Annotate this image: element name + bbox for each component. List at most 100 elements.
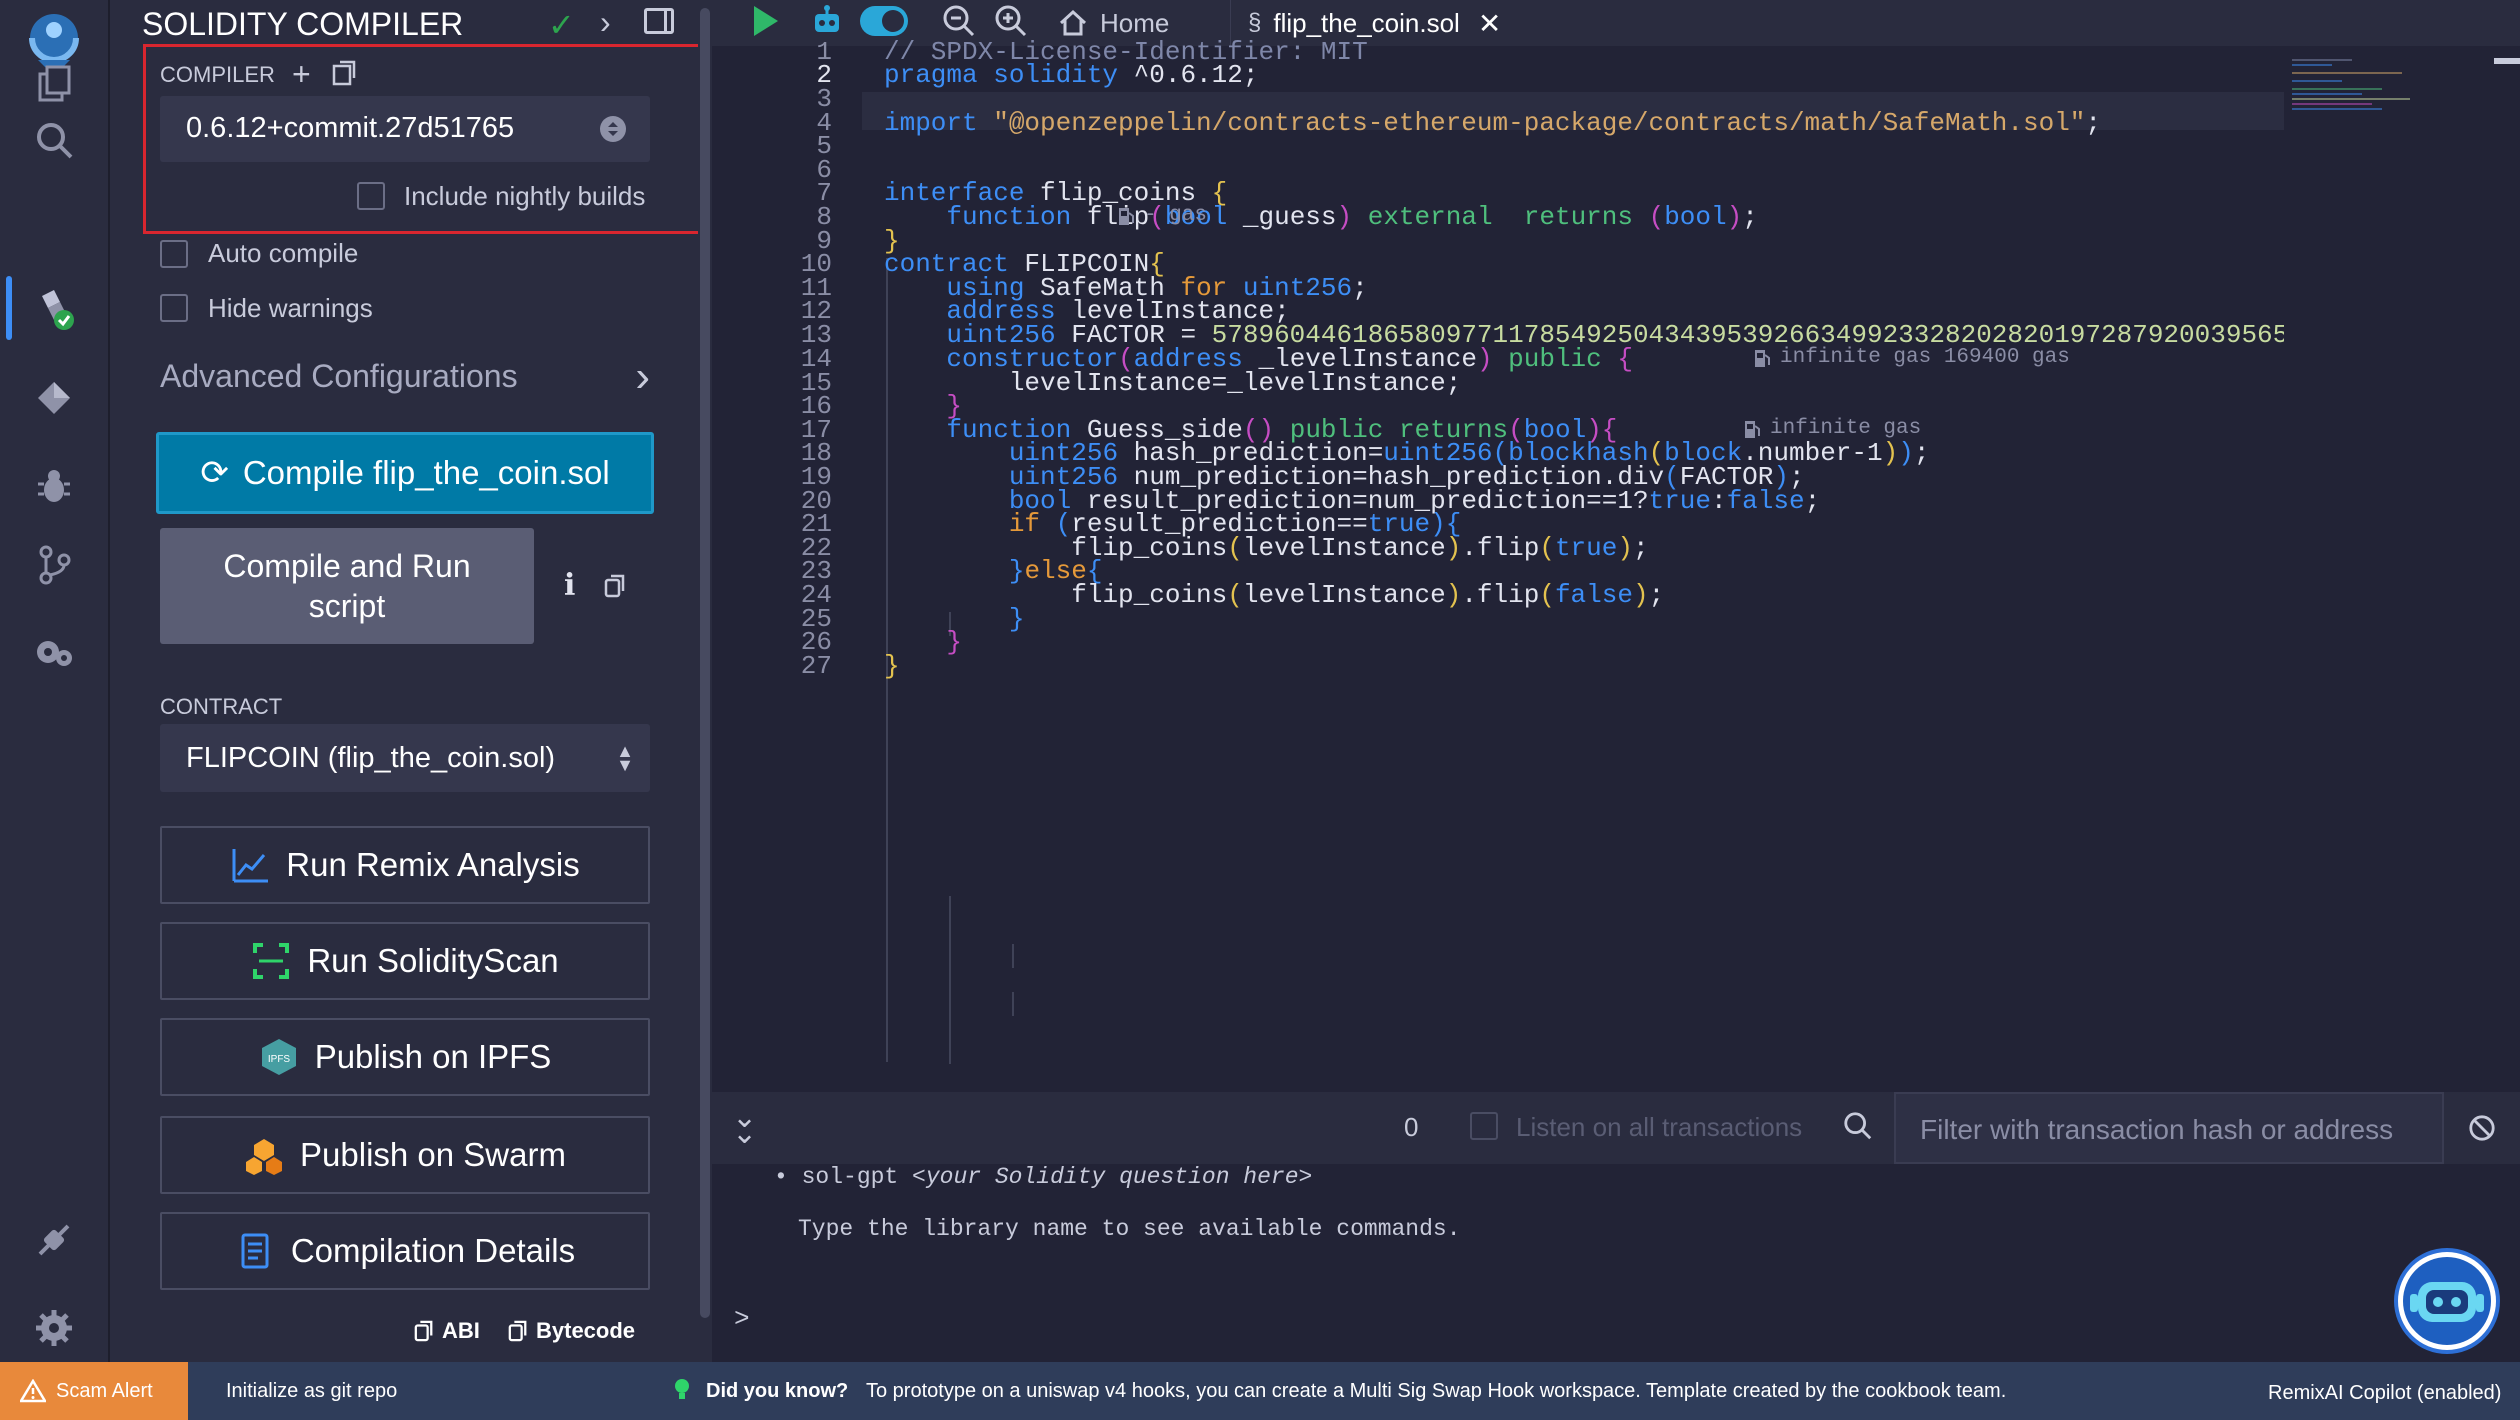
transaction-count: 0 xyxy=(1404,1112,1419,1142)
copilot-status[interactable]: RemixAI Copilot (enabled) xyxy=(2268,1382,2501,1405)
git-icon[interactable] xyxy=(24,534,84,594)
deploy-icon[interactable] xyxy=(24,368,84,428)
clear-console-icon[interactable] xyxy=(2468,1114,2496,1147)
select-arrows-icon xyxy=(600,116,626,142)
settings-icon[interactable] xyxy=(24,1298,84,1358)
solidity-compiler-icon[interactable] xyxy=(24,280,84,340)
contract-select[interactable]: FLIPCOIN (flip_the_coin.sol) ▲ ▼ xyxy=(160,724,650,792)
tip-text: To prototype on a uniswap v4 hooks, you … xyxy=(866,1380,2007,1402)
select-arrows-icon: ▲ ▼ xyxy=(616,741,634,775)
terminal-prompt[interactable]: > xyxy=(734,1304,750,1334)
collapse-terminal-icon[interactable]: ⌄ ⌄ xyxy=(732,1103,757,1149)
swarm-icon xyxy=(246,1139,283,1175)
code-editor[interactable]: 1 2 3 4 5 6 7 8 9 10 11 12 13 14 15 16 17 18 19 20 21 22 23 24 2… xyxy=(712,37,2284,1092)
plugin-icon[interactable] xyxy=(24,1210,84,1270)
remixai-copilot-button[interactable] xyxy=(2398,1252,2496,1350)
ipfs-icon: IPFS xyxy=(261,1039,296,1075)
ipfs-badge-text: IPFS xyxy=(268,1054,291,1065)
file-explorer-icon[interactable] xyxy=(24,54,84,114)
scam-alert-button[interactable]: Scam Alert xyxy=(0,1362,188,1420)
tab-home-label: Home xyxy=(1100,7,1170,38)
load-compiler-icon[interactable] xyxy=(332,60,356,86)
did-you-know-label: Did you know? xyxy=(706,1380,849,1402)
close-tab-icon[interactable]: ✕ xyxy=(1478,7,1501,40)
compile-button[interactable]: ⟳ Compile flip_the_coin.sol xyxy=(156,432,654,514)
add-compiler-icon[interactable]: + xyxy=(292,56,311,93)
active-indicator xyxy=(6,276,12,340)
code-line-15: levelInstance=_levelInstance; xyxy=(884,368,1462,398)
advanced-configurations-toggle[interactable]: Advanced Configurations › xyxy=(160,352,650,401)
icon-rail xyxy=(0,0,110,1362)
abi-label: ABI xyxy=(442,1318,480,1343)
tab-file-label: flip_the_coin.sol xyxy=(1273,7,1460,38)
debugger-icon[interactable] xyxy=(24,456,84,516)
solidity-file-icon: § xyxy=(1248,9,1262,36)
chevron-right-icon: › xyxy=(635,352,650,401)
compilation-details-button[interactable]: Compilation Details xyxy=(160,1212,650,1290)
chevron-right-icon[interactable]: › xyxy=(600,4,611,41)
panel-layout-icon[interactable] xyxy=(644,8,674,34)
nightly-builds-label: Include nightly builds xyxy=(404,181,646,211)
code-line-4: import "@openzeppelin/contracts-ethereum… xyxy=(884,108,2102,138)
check-icon: ✓ xyxy=(548,7,575,43)
copy-icon xyxy=(508,1320,527,1342)
code-line-27: } xyxy=(884,651,900,681)
run-solidityscan-button[interactable]: Run SolidityScan xyxy=(160,922,650,1000)
compilation-details-label: Compilation Details xyxy=(290,1232,576,1269)
info-icon[interactable]: i xyxy=(564,568,575,603)
terminal-line-1: • sol-gpt <your Solidity question here> xyxy=(774,1164,1313,1190)
scrollbar-thumb[interactable] xyxy=(700,8,710,1318)
ai-assistant-icon xyxy=(2403,1257,2491,1345)
terminal-toolbar: ⌄ ⌄ 0 Listen on all transactions Filter w… xyxy=(712,1092,2520,1164)
abi-copy-button[interactable]: ABI xyxy=(414,1318,480,1344)
publish-swarm-button[interactable]: Publish on Swarm xyxy=(160,1116,650,1194)
run-remix-analysis-label: Run Remix Analysis xyxy=(286,846,580,883)
ai-toggle-switch[interactable] xyxy=(860,6,908,36)
gas-pump-icon xyxy=(1119,207,1134,225)
document-icon xyxy=(241,1233,269,1269)
search-icon[interactable] xyxy=(24,110,84,170)
listen-all-label: Listen on all transactions xyxy=(1516,1112,1803,1142)
listen-all-checkbox[interactable] xyxy=(1470,1112,1498,1140)
publish-ipfs-button[interactable]: IPFS Publish on IPFS xyxy=(160,1018,650,1096)
filter-placeholder: Filter with transaction hash or address xyxy=(1920,1114,2394,1145)
gas-pump-icon xyxy=(1745,420,1760,438)
run-remix-analysis-button[interactable]: Run Remix Analysis xyxy=(160,826,650,904)
gas-estimate-line-8: - gas xyxy=(1116,204,1207,227)
panel-title: SOLIDITY COMPILER xyxy=(142,6,464,42)
code-line-2: pragma solidity ^0.6.12; xyxy=(884,60,1259,90)
scam-alert-label: Scam Alert xyxy=(56,1379,153,1402)
code-line-8: function flip(bool _guess) external retu… xyxy=(946,202,1758,232)
lightbulb-icon xyxy=(674,1378,690,1408)
compile-and-run-label-2: script xyxy=(308,588,386,624)
hide-warnings-checkbox[interactable] xyxy=(160,294,188,322)
search-icon[interactable] xyxy=(1842,1110,1874,1147)
nightly-builds-checkbox[interactable] xyxy=(357,182,385,210)
refresh-icon: ⟳ xyxy=(200,454,229,492)
git-init-link[interactable]: Initialize as git repo xyxy=(226,1380,397,1403)
line-number-gutter: 1 2 3 4 5 6 7 8 9 10 11 12 13 14 15 16 17 18 19 20 21 22 23 24 2… xyxy=(712,37,862,1092)
publish-swarm-label: Publish on Swarm xyxy=(300,1136,566,1173)
chart-icon xyxy=(232,849,269,883)
editor-minimap[interactable] xyxy=(2284,46,2520,1092)
compile-button-label: Compile flip_the_coin.sol xyxy=(242,454,610,491)
gas-estimate-line-17: infinite gas xyxy=(1742,417,1921,440)
line-number: 27 xyxy=(800,651,832,681)
copy-icon[interactable] xyxy=(604,574,626,598)
compile-and-run-label-1: Compile and Run xyxy=(223,548,471,584)
bytecode-copy-button[interactable]: Bytecode xyxy=(508,1318,635,1344)
auto-compile-checkbox[interactable] xyxy=(160,240,188,268)
copy-icon xyxy=(414,1320,433,1342)
panel-scrollbar[interactable] xyxy=(698,0,712,1362)
status-bar: Scam Alert Initialize as git repo Did yo… xyxy=(0,1362,2520,1420)
settings-gears-icon[interactable] xyxy=(24,622,84,682)
terminal-output[interactable]: • sol-gpt <your Solidity question here> … xyxy=(712,1164,2520,1362)
compile-and-run-button[interactable]: Compile and Run script xyxy=(160,528,534,644)
compiler-version-value: 0.6.12+commit.27d51765 xyxy=(186,112,515,144)
warning-icon xyxy=(20,1379,46,1403)
auto-compile-label: Auto compile xyxy=(208,238,359,268)
transaction-filter-input[interactable]: Filter with transaction hash or address xyxy=(1894,1092,2444,1164)
gas-estimate-line-14: infinite gas 169400 gas xyxy=(1752,346,2070,369)
gas-pump-icon xyxy=(1755,349,1770,367)
compiler-version-select[interactable]: 0.6.12+commit.27d51765 xyxy=(160,96,650,162)
